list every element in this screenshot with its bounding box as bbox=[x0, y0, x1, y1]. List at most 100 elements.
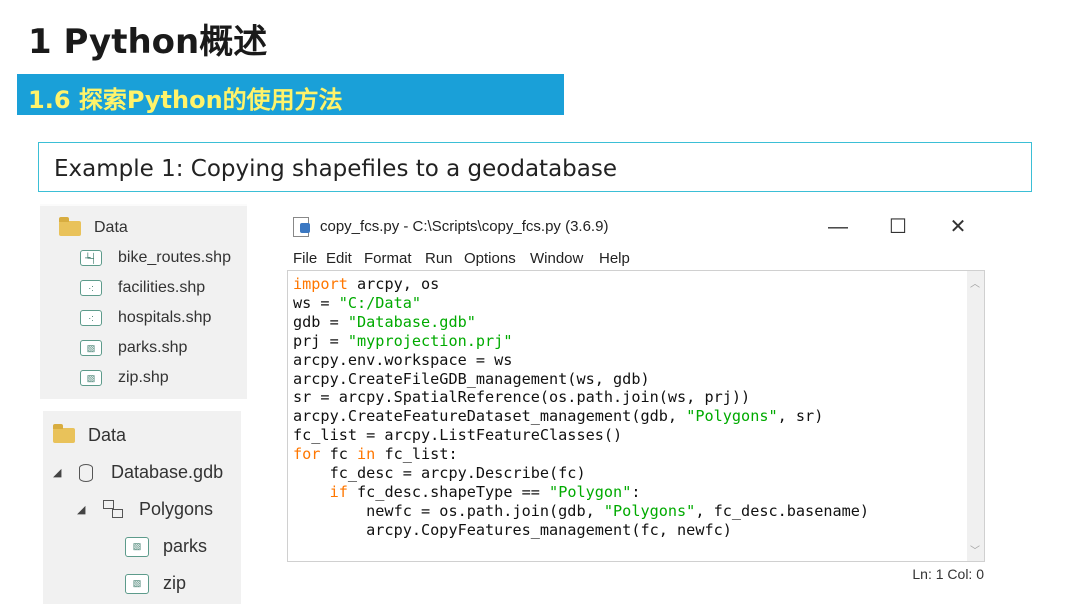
code-token: arcpy.CreateFileGDB_management(ws, gdb) bbox=[293, 369, 650, 388]
code-keyword: import bbox=[293, 275, 348, 293]
folder-icon bbox=[59, 216, 81, 236]
code-token: arcpy.CopyFeatures_management(fc, newfc) bbox=[293, 520, 732, 539]
feature-class-row[interactable]: ▧ parks bbox=[125, 536, 207, 557]
code-line[interactable]: ws = "C:/Data" bbox=[293, 294, 869, 313]
polygon-shapefile-icon: ▧ bbox=[80, 370, 102, 386]
menu-window[interactable]: Window bbox=[530, 250, 583, 267]
code-line[interactable]: if fc_desc.shapeType == "Polygon": bbox=[293, 483, 869, 502]
file-row[interactable]: ▧ zip.shp bbox=[80, 369, 169, 387]
code-string: "Database.gdb" bbox=[347, 312, 476, 331]
code-line[interactable]: arcpy.CreateFeatureDataset_management(gd… bbox=[293, 407, 869, 426]
menu-run[interactable]: Run bbox=[425, 250, 453, 267]
section-title: 1.6 探索Python的使用方法 bbox=[28, 86, 343, 114]
file-row[interactable]: ┶┤ bike_routes.shp bbox=[80, 249, 231, 267]
code-token: fc_desc.shapeType == bbox=[347, 482, 550, 501]
code-line[interactable]: arcpy.env.workspace = ws bbox=[293, 351, 869, 370]
menu-help[interactable]: Help bbox=[599, 250, 630, 267]
feature-class-label: zip bbox=[163, 573, 187, 593]
code-token: prj = bbox=[293, 331, 348, 350]
code-token: : bbox=[631, 482, 641, 501]
page-title: 1 Python概述 bbox=[28, 22, 268, 62]
dataset-row[interactable]: ◢ Polygons bbox=[77, 499, 213, 520]
title-bar[interactable]: copy_fcs.py - C:\Scripts\copy_fcs.py (3.… bbox=[285, 208, 990, 246]
example-caption: Example 1: Copying shapefiles to a geoda… bbox=[54, 156, 617, 182]
feature-class-label: parks bbox=[163, 536, 208, 556]
code-keyword: if bbox=[329, 482, 348, 501]
code-line[interactable]: fc_list = arcpy.ListFeatureClasses() bbox=[293, 426, 869, 445]
code-string: "Polygons" bbox=[686, 407, 778, 426]
code-token: arcpy.CreateFeatureDataset_management(gd… bbox=[293, 407, 687, 426]
folder-label: Data bbox=[88, 425, 127, 445]
expand-arrow-icon[interactable]: ◢ bbox=[53, 466, 69, 479]
code-line[interactable]: for fc in fc_list: bbox=[293, 445, 869, 464]
file-label: zip.shp bbox=[118, 369, 169, 386]
feature-class-row[interactable]: ▧ zip bbox=[125, 573, 186, 594]
code-line[interactable]: arcpy.CopyFeatures_management(fc, newfc) bbox=[293, 521, 869, 540]
file-row[interactable]: ·: hospitals.shp bbox=[80, 309, 211, 327]
feature-dataset-icon bbox=[103, 499, 125, 520]
code-token: , sr) bbox=[777, 407, 824, 426]
polyline-shapefile-icon: ┶┤ bbox=[80, 250, 102, 266]
minimize-icon[interactable]: — bbox=[818, 214, 858, 240]
code-token: ws = bbox=[293, 293, 339, 312]
scroll-down-icon[interactable]: ﹀ bbox=[970, 542, 980, 557]
code-line[interactable]: prj = "myprojection.prj" bbox=[293, 332, 869, 351]
cursor-position: Ln: 1 Col: 0 bbox=[912, 566, 984, 582]
python-file-icon bbox=[293, 217, 310, 237]
file-list-panel: Data ┶┤ bike_routes.shp ·: facilities.sh… bbox=[40, 204, 247, 399]
code-token: newfc = os.path.join(gdb, bbox=[293, 501, 604, 520]
code-string: "Polygon" bbox=[549, 482, 632, 501]
vertical-scrollbar[interactable]: ︿ ﹀ bbox=[967, 271, 984, 561]
menu-format[interactable]: Format bbox=[364, 250, 412, 267]
code-line[interactable]: arcpy.CreateFileGDB_management(ws, gdb) bbox=[293, 370, 869, 389]
code-token: fc_list = arcpy.ListFeatureClasses() bbox=[293, 426, 623, 445]
menu-edit[interactable]: Edit bbox=[326, 250, 352, 267]
code-editor[interactable]: import arcpy, os ws = "C:/Data" gdb = "Dat… bbox=[287, 270, 985, 562]
code-line[interactable]: newfc = os.path.join(gdb, "Polygons", fc… bbox=[293, 502, 869, 521]
file-label: bike_routes.shp bbox=[118, 249, 231, 266]
geodatabase-tree-panel: Data ◢ Database.gdb ◢ Polygons ▧ parks ▧… bbox=[43, 411, 241, 604]
code-token: arcpy.env.workspace = ws bbox=[293, 350, 513, 369]
file-row[interactable]: ·: facilities.shp bbox=[80, 279, 205, 297]
code-keyword: in bbox=[357, 445, 376, 464]
code-string: "Polygons" bbox=[603, 501, 696, 520]
menu-bar: File Edit Format Run Options Window Help bbox=[285, 248, 990, 270]
file-row[interactable]: ▧ parks.shp bbox=[80, 339, 187, 357]
example-caption-box: Example 1: Copying shapefiles to a geoda… bbox=[38, 142, 1032, 192]
expand-arrow-icon[interactable]: ◢ bbox=[77, 503, 93, 516]
dataset-label: Polygons bbox=[139, 499, 214, 519]
scroll-up-icon[interactable]: ︿ bbox=[970, 275, 980, 290]
folder-icon bbox=[53, 424, 75, 443]
menu-options[interactable]: Options bbox=[464, 250, 516, 267]
window-title: copy_fcs.py - C:\Scripts\copy_fcs.py (3.… bbox=[320, 218, 609, 235]
code-line[interactable]: import arcpy, os bbox=[293, 275, 869, 294]
idle-editor-window: copy_fcs.py - C:\Scripts\copy_fcs.py (3.… bbox=[285, 208, 990, 586]
close-icon[interactable]: ✕ bbox=[938, 214, 978, 240]
code-line[interactable]: sr = arcpy.SpatialReference(os.path.join… bbox=[293, 388, 869, 407]
folder-row[interactable]: Data bbox=[59, 216, 128, 237]
gdb-row[interactable]: ◢ Database.gdb bbox=[53, 462, 223, 483]
code-token: , fc_desc.basename) bbox=[695, 501, 870, 520]
code-token: fc_list: bbox=[375, 445, 458, 464]
code-line[interactable]: fc_desc = arcpy.Describe(fc) bbox=[293, 464, 869, 483]
menu-file[interactable]: File bbox=[293, 250, 317, 267]
section-banner: 1.6 探索Python的使用方法 bbox=[17, 74, 564, 115]
code-string: "C:/Data" bbox=[338, 293, 422, 312]
polygon-feature-class-icon: ▧ bbox=[125, 536, 149, 557]
status-bar: Ln: 1 Col: 0 bbox=[285, 564, 990, 586]
file-label: parks.shp bbox=[118, 339, 188, 356]
code-string: "myprojection.prj" bbox=[347, 331, 513, 350]
code-text[interactable]: import arcpy, os ws = "C:/Data" gdb = "Dat… bbox=[293, 275, 869, 540]
file-label: facilities.shp bbox=[118, 279, 206, 296]
code-token: sr = arcpy.SpatialReference(os.path.join… bbox=[293, 388, 751, 407]
polygon-shapefile-icon: ▧ bbox=[80, 340, 102, 356]
code-line[interactable]: gdb = "Database.gdb" bbox=[293, 313, 869, 332]
code-token: fc bbox=[320, 445, 358, 464]
maximize-icon[interactable]: ☐ bbox=[878, 214, 918, 240]
point-shapefile-icon: ·: bbox=[80, 280, 102, 296]
point-shapefile-icon: ·: bbox=[80, 310, 102, 326]
gdb-label: Database.gdb bbox=[111, 462, 224, 482]
file-label: hospitals.shp bbox=[118, 309, 212, 326]
folder-row[interactable]: Data bbox=[53, 424, 127, 446]
